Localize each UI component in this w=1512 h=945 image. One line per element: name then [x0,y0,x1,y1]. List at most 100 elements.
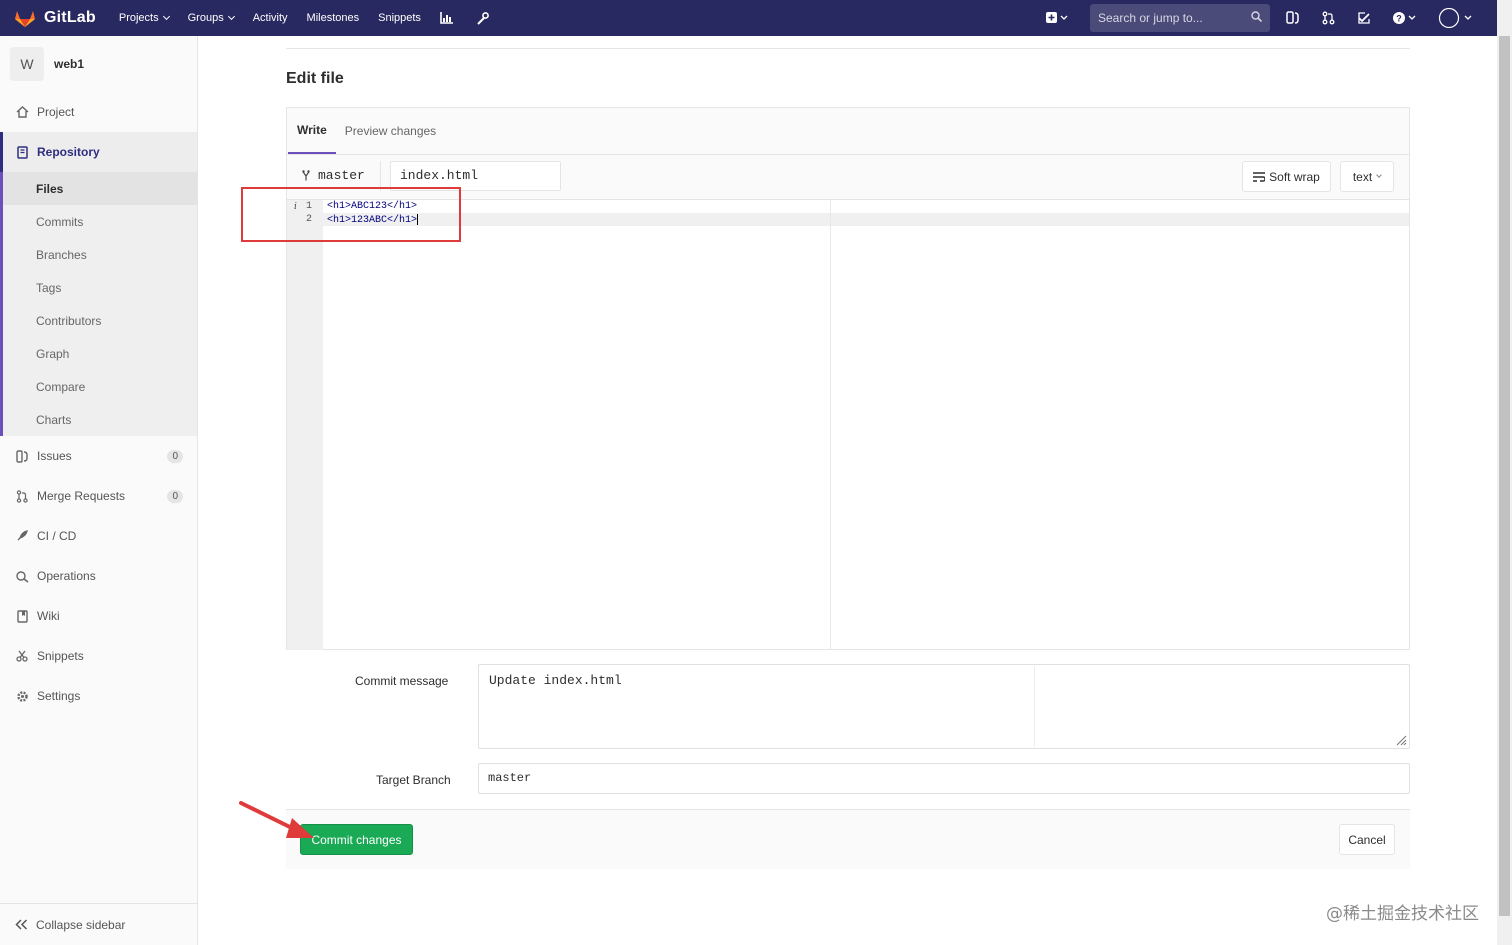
sidebar-item-label: CI / CD [37,529,77,543]
sidebar-subitem-files[interactable]: Files [3,172,197,205]
top-navbar: GitLab Projects Groups Activity Mileston… [0,0,1497,36]
sidebar-project-header[interactable]: W web1 [0,36,197,92]
nav-milestones[interactable]: Milestones [307,11,360,25]
gear-icon [15,689,29,703]
snippet-icon [15,649,29,663]
merge-request-icon [15,489,29,503]
sidebar-item-project[interactable]: Project [0,92,197,132]
issues-icon [15,449,29,463]
plus-square-icon[interactable] [1046,11,1068,25]
user-avatar-icon[interactable] [1438,7,1474,29]
gitlab-fox-icon [15,11,35,27]
divider [286,48,1410,49]
sidebar-item-label: Repository [37,145,100,159]
operations-icon [15,569,29,583]
commit-message-textarea[interactable]: Update index.html [478,664,1410,749]
todo-check-icon[interactable] [1357,11,1371,25]
sidebar-subitem-graph[interactable]: Graph [3,337,197,370]
sidebar-item-label: Snippets [37,649,84,663]
merge-request-icon[interactable] [1322,11,1336,25]
sidebar-subitem-commits[interactable]: Commits [3,205,197,238]
book-icon [15,145,29,159]
chevron-down-icon [162,12,170,21]
sidebar-item-label: Settings [37,689,81,703]
target-branch-label: Target Branch [376,773,451,787]
commit-message-label: Commit message [355,674,449,688]
nav-activity-label: Activity [252,12,288,24]
branch-name: master [318,168,365,183]
sidebar-item-label: Merge Requests [37,489,126,503]
branch-indicator: master [302,168,365,183]
nav-groups-label: Groups [187,12,224,24]
annotation-highlight-box [241,187,461,242]
sidebar-item-snippets[interactable]: Snippets [0,636,197,676]
nav-snippets[interactable]: Snippets [378,11,421,25]
chart-icon[interactable] [440,11,454,25]
branch-icon [302,170,310,181]
tab-preview-changes[interactable]: Preview changes [336,108,445,154]
sidebar-item-wiki[interactable]: Wiki [0,596,197,636]
cancel-button[interactable]: Cancel [1339,824,1395,855]
page-title: Edit file [286,70,344,87]
search-placeholder: Search or jump to... [1098,11,1203,25]
sidebar-item-label: Issues [37,449,72,463]
annotation-arrow-icon [239,801,314,838]
nav-links: Projects Groups Activity Milestones Snip… [119,11,512,25]
soft-wrap-button[interactable]: Soft wrap [1242,161,1331,192]
divider [1034,666,1035,747]
issues-icon[interactable] [1286,11,1300,25]
rocket-icon [15,529,29,543]
svg-text:?: ? [1396,14,1402,24]
editor-tabs: Write Preview changes [287,108,1409,154]
issues-count-badge: 0 [167,449,183,463]
resize-handle-icon[interactable] [1396,735,1407,749]
scrollbar-thumb[interactable] [1499,36,1510,916]
collapse-sidebar-label: Collapse sidebar [36,917,126,932]
wiki-icon [15,609,29,623]
nav-projects[interactable]: Projects [118,11,170,25]
sidebar-item-issues[interactable]: Issues 0 [0,436,197,476]
sidebar-item-merge-requests[interactable]: Merge Requests 0 [0,476,197,516]
code-editor[interactable]: i 1 <h1>ABC123</h1> 2 <h1>123ABC</h1> [287,199,1409,650]
sidebar-subitem-tags[interactable]: Tags [3,271,197,304]
wrap-icon [1253,171,1266,182]
sidebar-item-label: Operations [37,569,96,583]
sidebar-item-repository[interactable]: Repository [0,132,197,172]
nav-snippets-label: Snippets [378,12,421,24]
chevron-down-icon [227,12,235,21]
print-margin [830,200,831,650]
wrench-icon[interactable] [476,11,490,25]
form-actions [286,809,1410,869]
sidebar-item-operations[interactable]: Operations [0,556,197,596]
watermark: @稀土掘金技术社区 [1326,904,1479,924]
nav-groups[interactable]: Groups [187,11,235,25]
soft-wrap-label: Soft wrap [1269,169,1320,184]
gitlab-logo[interactable]: GitLab [14,8,96,28]
merge-requests-count-badge: 0 [167,489,183,503]
tab-write[interactable]: Write [288,108,336,154]
sidebar-item-settings[interactable]: Settings [0,676,197,716]
target-branch-input[interactable]: master [478,763,1410,794]
nav-milestones-label: Milestones [306,12,360,24]
nav-projects-label: Projects [118,12,159,24]
sidebar-subitem-branches[interactable]: Branches [3,238,197,271]
project-name: web1 [54,57,85,71]
nav-activity[interactable]: Activity [253,11,288,25]
app-name: GitLab [44,9,96,26]
repository-submenu: Files Commits Branches Tags Contributors… [0,172,197,436]
sidebar-subitem-compare[interactable]: Compare [3,370,197,403]
file-mode-dropdown[interactable]: text [1340,161,1394,192]
line-gutter [287,200,323,650]
help-icon[interactable]: ? [1392,11,1420,25]
search-input[interactable]: Search or jump to... [1090,4,1270,32]
sidebar-subitem-contributors[interactable]: Contributors [3,304,197,337]
sidebar-item-ci-cd[interactable]: CI / CD [0,516,197,556]
sidebar-item-label: Project [37,105,75,119]
collapse-sidebar-button[interactable]: Collapse sidebar [0,903,197,945]
file-mode-label: text [1352,169,1373,184]
sidebar-subitem-charts[interactable]: Charts [3,403,197,436]
double-chevron-left-icon [15,919,28,930]
project-sidebar: W web1 Project Repository Files Commits … [0,36,198,945]
search-icon [1251,11,1263,25]
chevron-down-icon [1376,172,1383,178]
